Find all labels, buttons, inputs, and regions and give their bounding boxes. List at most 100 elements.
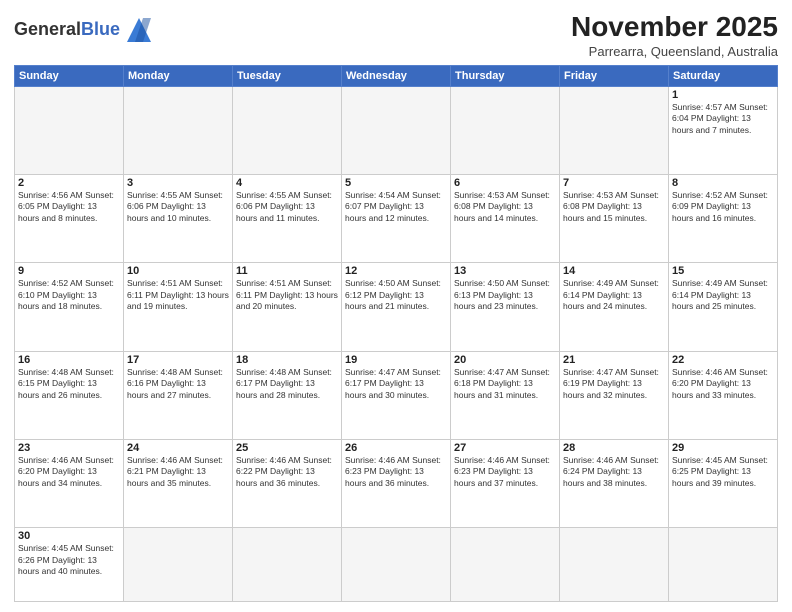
day-number: 12 bbox=[345, 265, 447, 277]
day-info: Sunrise: 4:48 AM Sunset: 6:16 PM Dayligh… bbox=[127, 367, 229, 401]
calendar-day-cell: 3Sunrise: 4:55 AM Sunset: 6:06 PM Daylig… bbox=[124, 174, 233, 262]
day-info: Sunrise: 4:50 AM Sunset: 6:12 PM Dayligh… bbox=[345, 278, 447, 312]
calendar-day-cell: 5Sunrise: 4:54 AM Sunset: 6:07 PM Daylig… bbox=[342, 174, 451, 262]
day-number: 5 bbox=[345, 177, 447, 189]
calendar-table: SundayMondayTuesdayWednesdayThursdayFrid… bbox=[14, 65, 778, 602]
calendar-day-cell: 1Sunrise: 4:57 AM Sunset: 6:04 PM Daylig… bbox=[669, 86, 778, 174]
day-number: 30 bbox=[18, 530, 120, 542]
header: GeneralBlue November 2025 Parrearra, Que… bbox=[14, 10, 778, 59]
day-info: Sunrise: 4:57 AM Sunset: 6:04 PM Dayligh… bbox=[672, 102, 774, 136]
logo-blue: Blue bbox=[81, 19, 120, 39]
calendar-day-cell: 28Sunrise: 4:46 AM Sunset: 6:24 PM Dayli… bbox=[560, 439, 669, 527]
calendar-header-tuesday: Tuesday bbox=[233, 65, 342, 86]
day-info: Sunrise: 4:56 AM Sunset: 6:05 PM Dayligh… bbox=[18, 190, 120, 224]
calendar-week-row: 2Sunrise: 4:56 AM Sunset: 6:05 PM Daylig… bbox=[15, 174, 778, 262]
calendar-week-row: 16Sunrise: 4:48 AM Sunset: 6:15 PM Dayli… bbox=[15, 351, 778, 439]
day-info: Sunrise: 4:46 AM Sunset: 6:23 PM Dayligh… bbox=[454, 455, 556, 489]
day-number: 11 bbox=[236, 265, 338, 277]
calendar-day-cell: 21Sunrise: 4:47 AM Sunset: 6:19 PM Dayli… bbox=[560, 351, 669, 439]
calendar-header-thursday: Thursday bbox=[451, 65, 560, 86]
day-number: 4 bbox=[236, 177, 338, 189]
day-number: 7 bbox=[563, 177, 665, 189]
calendar-week-row: 9Sunrise: 4:52 AM Sunset: 6:10 PM Daylig… bbox=[15, 263, 778, 351]
calendar-day-cell bbox=[342, 86, 451, 174]
calendar-day-cell: 25Sunrise: 4:46 AM Sunset: 6:22 PM Dayli… bbox=[233, 439, 342, 527]
day-info: Sunrise: 4:45 AM Sunset: 6:25 PM Dayligh… bbox=[672, 455, 774, 489]
calendar-week-row: 30Sunrise: 4:45 AM Sunset: 6:26 PM Dayli… bbox=[15, 528, 778, 602]
day-info: Sunrise: 4:51 AM Sunset: 6:11 PM Dayligh… bbox=[236, 278, 338, 312]
day-number: 20 bbox=[454, 354, 556, 366]
calendar-day-cell bbox=[560, 528, 669, 602]
day-number: 9 bbox=[18, 265, 120, 277]
calendar-day-cell bbox=[342, 528, 451, 602]
day-info: Sunrise: 4:52 AM Sunset: 6:09 PM Dayligh… bbox=[672, 190, 774, 224]
day-info: Sunrise: 4:49 AM Sunset: 6:14 PM Dayligh… bbox=[563, 278, 665, 312]
day-info: Sunrise: 4:55 AM Sunset: 6:06 PM Dayligh… bbox=[236, 190, 338, 224]
day-info: Sunrise: 4:49 AM Sunset: 6:14 PM Dayligh… bbox=[672, 278, 774, 312]
day-number: 18 bbox=[236, 354, 338, 366]
calendar-day-cell: 26Sunrise: 4:46 AM Sunset: 6:23 PM Dayli… bbox=[342, 439, 451, 527]
calendar-day-cell: 22Sunrise: 4:46 AM Sunset: 6:20 PM Dayli… bbox=[669, 351, 778, 439]
day-number: 8 bbox=[672, 177, 774, 189]
calendar-header-row: SundayMondayTuesdayWednesdayThursdayFrid… bbox=[15, 65, 778, 86]
day-number: 17 bbox=[127, 354, 229, 366]
day-number: 6 bbox=[454, 177, 556, 189]
calendar-day-cell: 2Sunrise: 4:56 AM Sunset: 6:05 PM Daylig… bbox=[15, 174, 124, 262]
day-number: 27 bbox=[454, 442, 556, 454]
calendar-week-row: 1Sunrise: 4:57 AM Sunset: 6:04 PM Daylig… bbox=[15, 86, 778, 174]
calendar-day-cell: 29Sunrise: 4:45 AM Sunset: 6:25 PM Dayli… bbox=[669, 439, 778, 527]
calendar-day-cell bbox=[451, 528, 560, 602]
calendar-day-cell bbox=[560, 86, 669, 174]
calendar-day-cell: 6Sunrise: 4:53 AM Sunset: 6:08 PM Daylig… bbox=[451, 174, 560, 262]
day-info: Sunrise: 4:51 AM Sunset: 6:11 PM Dayligh… bbox=[127, 278, 229, 312]
logo-general: General bbox=[14, 19, 81, 39]
day-number: 19 bbox=[345, 354, 447, 366]
day-info: Sunrise: 4:47 AM Sunset: 6:17 PM Dayligh… bbox=[345, 367, 447, 401]
day-number: 25 bbox=[236, 442, 338, 454]
month-title: November 2025 bbox=[571, 10, 778, 44]
day-number: 1 bbox=[672, 89, 774, 101]
day-number: 15 bbox=[672, 265, 774, 277]
calendar-day-cell: 27Sunrise: 4:46 AM Sunset: 6:23 PM Dayli… bbox=[451, 439, 560, 527]
calendar-day-cell: 7Sunrise: 4:53 AM Sunset: 6:08 PM Daylig… bbox=[560, 174, 669, 262]
day-number: 21 bbox=[563, 354, 665, 366]
day-number: 13 bbox=[454, 265, 556, 277]
calendar-day-cell: 11Sunrise: 4:51 AM Sunset: 6:11 PM Dayli… bbox=[233, 263, 342, 351]
day-info: Sunrise: 4:46 AM Sunset: 6:23 PM Dayligh… bbox=[345, 455, 447, 489]
title-block: November 2025 Parrearra, Queensland, Aus… bbox=[571, 10, 778, 59]
calendar-day-cell: 30Sunrise: 4:45 AM Sunset: 6:26 PM Dayli… bbox=[15, 528, 124, 602]
calendar-day-cell: 12Sunrise: 4:50 AM Sunset: 6:12 PM Dayli… bbox=[342, 263, 451, 351]
calendar-day-cell: 16Sunrise: 4:48 AM Sunset: 6:15 PM Dayli… bbox=[15, 351, 124, 439]
day-info: Sunrise: 4:46 AM Sunset: 6:20 PM Dayligh… bbox=[672, 367, 774, 401]
day-number: 28 bbox=[563, 442, 665, 454]
calendar-day-cell bbox=[451, 86, 560, 174]
calendar-day-cell bbox=[669, 528, 778, 602]
calendar-day-cell: 10Sunrise: 4:51 AM Sunset: 6:11 PM Dayli… bbox=[124, 263, 233, 351]
calendar-day-cell: 15Sunrise: 4:49 AM Sunset: 6:14 PM Dayli… bbox=[669, 263, 778, 351]
calendar-header-monday: Monday bbox=[124, 65, 233, 86]
calendar-day-cell: 14Sunrise: 4:49 AM Sunset: 6:14 PM Dayli… bbox=[560, 263, 669, 351]
calendar-day-cell: 4Sunrise: 4:55 AM Sunset: 6:06 PM Daylig… bbox=[233, 174, 342, 262]
day-info: Sunrise: 4:54 AM Sunset: 6:07 PM Dayligh… bbox=[345, 190, 447, 224]
calendar-day-cell bbox=[233, 86, 342, 174]
day-info: Sunrise: 4:55 AM Sunset: 6:06 PM Dayligh… bbox=[127, 190, 229, 224]
calendar-day-cell bbox=[124, 86, 233, 174]
logo-text: GeneralBlue bbox=[14, 20, 120, 40]
day-number: 23 bbox=[18, 442, 120, 454]
calendar-header-wednesday: Wednesday bbox=[342, 65, 451, 86]
calendar-day-cell bbox=[124, 528, 233, 602]
page: GeneralBlue November 2025 Parrearra, Que… bbox=[0, 0, 792, 612]
calendar-day-cell bbox=[233, 528, 342, 602]
day-number: 24 bbox=[127, 442, 229, 454]
day-number: 29 bbox=[672, 442, 774, 454]
calendar-header-saturday: Saturday bbox=[669, 65, 778, 86]
day-info: Sunrise: 4:48 AM Sunset: 6:17 PM Dayligh… bbox=[236, 367, 338, 401]
day-info: Sunrise: 4:45 AM Sunset: 6:26 PM Dayligh… bbox=[18, 543, 120, 577]
day-number: 14 bbox=[563, 265, 665, 277]
calendar-day-cell: 20Sunrise: 4:47 AM Sunset: 6:18 PM Dayli… bbox=[451, 351, 560, 439]
calendar-header-friday: Friday bbox=[560, 65, 669, 86]
location-subtitle: Parrearra, Queensland, Australia bbox=[571, 44, 778, 59]
calendar-day-cell: 23Sunrise: 4:46 AM Sunset: 6:20 PM Dayli… bbox=[15, 439, 124, 527]
day-number: 22 bbox=[672, 354, 774, 366]
calendar-day-cell: 24Sunrise: 4:46 AM Sunset: 6:21 PM Dayli… bbox=[124, 439, 233, 527]
